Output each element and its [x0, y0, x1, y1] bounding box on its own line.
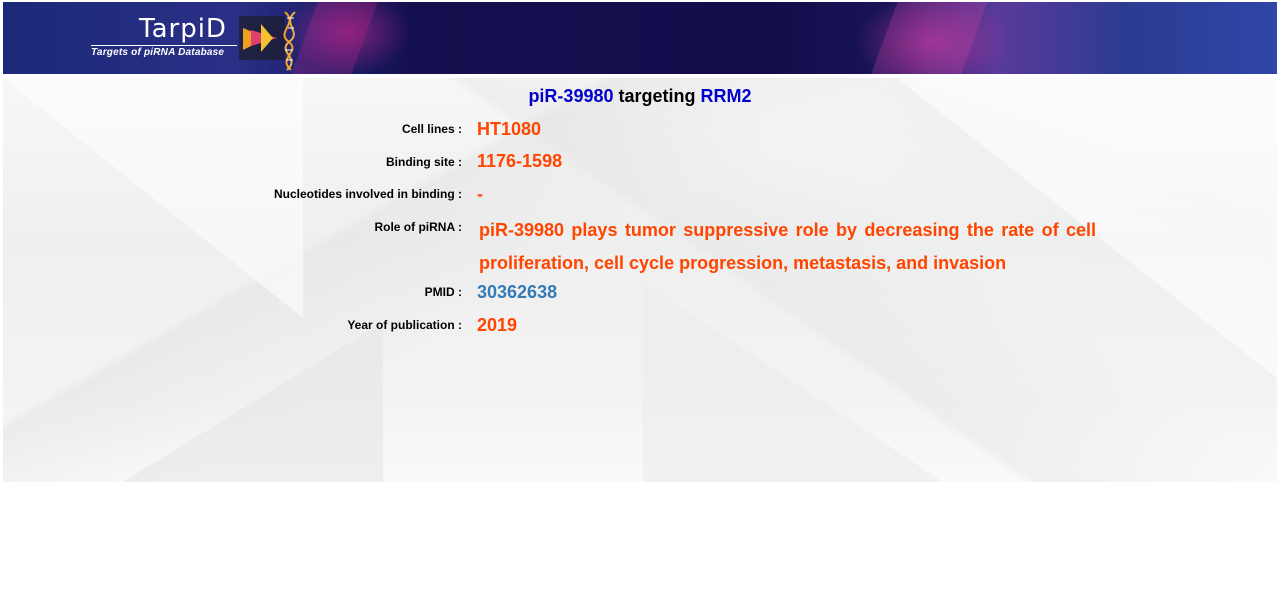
- background-facet: [3, 78, 303, 318]
- logo-subtitle: Targets of piRNA Database: [91, 47, 225, 58]
- nucleotides-label: Nucleotides involved in binding :: [273, 187, 462, 201]
- logo-divider: [91, 45, 237, 46]
- year-value: 2019: [477, 315, 518, 335]
- pirna-name: piR-39980: [528, 86, 614, 106]
- background-facet: [643, 282, 943, 482]
- site-logo[interactable]: TarpiD Targets of piRNA Database: [87, 10, 307, 71]
- pmid-link[interactable]: 30362638: [477, 282, 557, 303]
- role-label: Role of piRNA :: [374, 220, 462, 234]
- title-connector: targeting: [618, 86, 696, 106]
- banner-streak: [864, 2, 992, 74]
- cell-lines-label: Cell lines :: [401, 122, 462, 136]
- gene-name: RRM2: [700, 86, 752, 106]
- binding-site-value: 1176-1598: [477, 151, 563, 171]
- nucleotides-value: -: [477, 184, 483, 204]
- content-panel: [3, 78, 1277, 482]
- cell-lines-value: HT1080: [477, 119, 542, 139]
- role-value: piR-39980 plays tumor suppressive role b…: [479, 220, 1096, 273]
- binding-site-label: Binding site :: [386, 155, 462, 169]
- page-title: piR-39980 targeting RRM2: [0, 86, 1280, 107]
- pmid-label: PMID :: [424, 285, 462, 299]
- header-banner: TarpiD Targets of piRNA Database: [3, 2, 1277, 74]
- background-facet: [123, 322, 383, 482]
- year-label: Year of publication :: [347, 318, 462, 332]
- dna-helix-icon: [239, 11, 296, 71]
- logo-title: TarpiD: [139, 14, 227, 44]
